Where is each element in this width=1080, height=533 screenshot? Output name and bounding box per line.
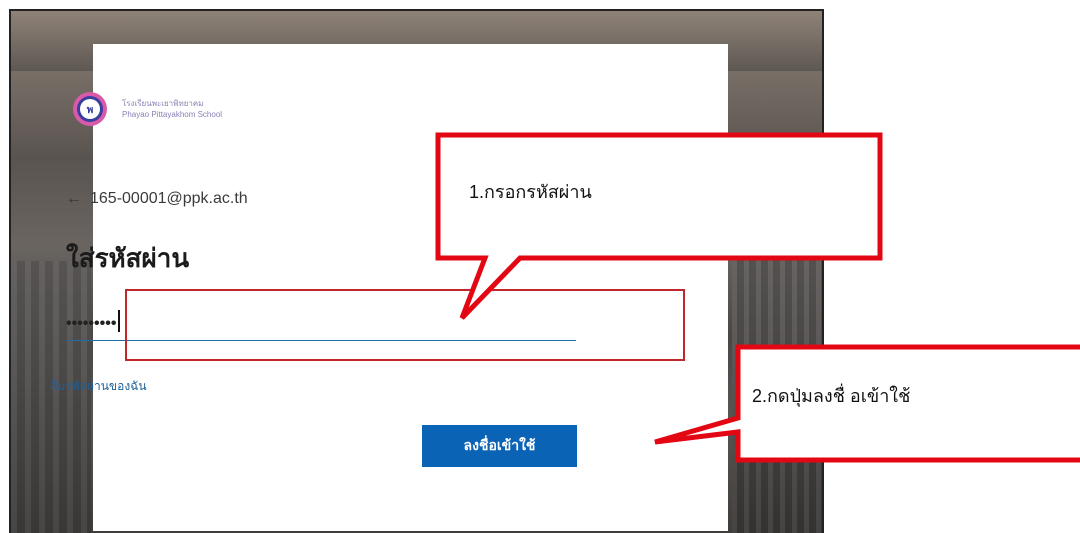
callout-1-balloon	[435, 132, 883, 320]
callout-2-text: 2.กดปุ่มลงชื่ อเข้าใช้	[752, 386, 911, 406]
annotation-callouts	[435, 132, 1080, 463]
callout-1-text: 1.กรอกรหัสผ่าน	[469, 182, 592, 202]
